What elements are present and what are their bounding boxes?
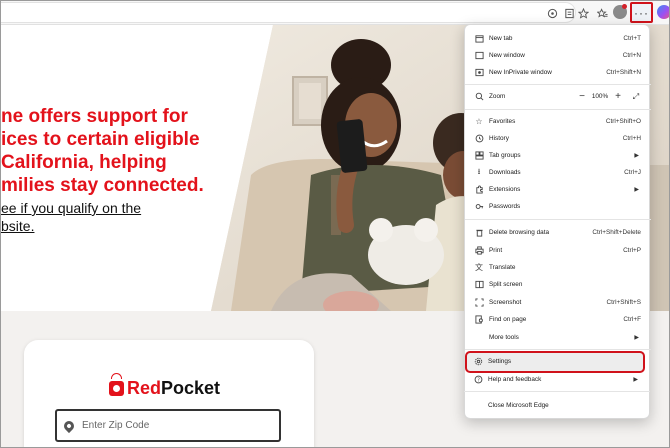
zoom-controls: − 100% + ⤢ (575, 91, 642, 102)
menu-divider (465, 219, 651, 220)
menu-label: Passwords (489, 203, 521, 210)
fullscreen-icon[interactable]: ⤢ (630, 92, 642, 102)
location-pin-icon[interactable] (545, 6, 559, 20)
menu-item-print[interactable]: Print Ctrl+P (465, 242, 651, 259)
chevron-right-icon: ▶ (634, 187, 639, 193)
menu-shortcut: Ctrl+Shift+S (606, 299, 641, 306)
menu-item-zoom: Zoom − 100% + ⤢ (465, 88, 651, 105)
browser-window: ··· ne offers support for ices to certai… (0, 0, 670, 448)
menu-item-inprivate[interactable]: New InPrivate window Ctrl+Shift+N (465, 64, 651, 81)
chevron-right-icon: ▶ (634, 153, 639, 159)
qualify-link-line[interactable]: ee if you qualify on the (1, 199, 241, 217)
headline-line: ne offers support for (1, 106, 188, 127)
menu-shortcut: Ctrl+J (624, 169, 641, 176)
menu-shortcut: Ctrl+Shift+O (605, 118, 641, 125)
hero-headline: ne offers support for ices to certain el… (1, 105, 231, 197)
menu-label: New InPrivate window (489, 69, 552, 76)
zoom-level: 100% (591, 93, 609, 100)
favorite-star-icon[interactable] (576, 6, 590, 20)
redpocket-logo: Red Pocket (109, 377, 220, 399)
headline-line: California, helping (1, 152, 167, 173)
menu-shortcut: Ctrl+Shift+Delete (592, 229, 641, 236)
menu-label: Extensions (489, 186, 521, 193)
tab-groups-icon (474, 151, 484, 161)
menu-label: Favorites (489, 118, 516, 125)
address-bar[interactable] (1, 2, 576, 23)
favorites-collection-icon[interactable] (595, 6, 609, 20)
menu-item-delete-browsing-data[interactable]: Delete browsing data Ctrl+Shift+Delete (465, 224, 651, 241)
menu-item-extensions[interactable]: Extensions ▶ (465, 181, 651, 198)
menu-divider (465, 84, 651, 85)
delete-data-icon (474, 228, 484, 238)
translate-icon: 文 (475, 263, 483, 272)
menu-item-screenshot[interactable]: Screenshot Ctrl+Shift+S (465, 294, 651, 311)
zip-code-input[interactable] (82, 420, 262, 431)
menu-divider (465, 109, 651, 110)
menu-label: Translate (489, 264, 516, 271)
menu-item-split-screen[interactable]: Split screen (465, 276, 651, 293)
zoom-in-button[interactable]: + (611, 91, 625, 102)
zoom-icon (474, 92, 484, 102)
menu-item-passwords[interactable]: Passwords (465, 198, 651, 215)
menu-label: Print (489, 247, 503, 254)
menu-item-tab-groups[interactable]: Tab groups ▶ (465, 147, 651, 164)
zoom-out-button[interactable]: − (575, 91, 589, 102)
history-icon (474, 134, 484, 144)
menu-shortcut: Ctrl+T (623, 35, 641, 42)
menu-shortcut: Ctrl+F (623, 316, 641, 323)
menu-divider (465, 349, 651, 350)
menu-item-new-tab[interactable]: New tab Ctrl+T (465, 30, 651, 47)
headline-line: ices to certain eligible (1, 129, 200, 150)
more-menu-button[interactable]: ··· (630, 2, 653, 23)
logo-text-black: Pocket (161, 377, 221, 398)
new-window-icon (474, 51, 484, 61)
new-tab-icon (474, 34, 484, 44)
menu-item-find-on-page[interactable]: Find on page Ctrl+F (465, 311, 651, 328)
menu-item-more-tools[interactable]: More tools ▶ (465, 329, 651, 346)
favorites-icon: ☆ (475, 117, 483, 126)
zip-code-field[interactable] (55, 409, 281, 442)
menu-label: Find on page (489, 316, 527, 323)
map-pin-icon (61, 418, 77, 433)
menu-label: History (489, 135, 509, 142)
inprivate-icon (474, 68, 484, 78)
menu-label: More tools (489, 334, 519, 341)
copilot-icon[interactable] (657, 5, 669, 19)
browser-toolbar: ··· (1, 1, 669, 25)
menu-label: Zoom (489, 93, 506, 100)
chevron-right-icon: ▶ (634, 335, 639, 341)
menu-shortcut: Ctrl+N (622, 52, 641, 59)
headline-line: milies stay connected. (1, 175, 204, 196)
menu-label: Tab groups (489, 152, 521, 159)
screenshot-icon (474, 298, 484, 308)
menu-label: Screenshot (489, 299, 522, 306)
menu-item-translate[interactable]: 文 Translate (465, 259, 651, 276)
menu-label: New tab (489, 35, 513, 42)
notification-dot (622, 4, 627, 9)
extensions-icon (474, 185, 484, 195)
downloads-icon: ⭳ (477, 166, 481, 176)
menu-label: Delete browsing data (489, 229, 550, 236)
menu-shortcut: Ctrl+P (623, 247, 641, 254)
menu-item-favorites[interactable]: ☆ Favorites Ctrl+Shift+O (465, 113, 651, 130)
menu-shortcut: Ctrl+Shift+N (606, 69, 641, 76)
reading-mode-icon[interactable] (562, 6, 576, 20)
print-icon (474, 246, 484, 256)
menu-item-new-window[interactable]: New window Ctrl+N (465, 47, 651, 64)
find-icon (474, 315, 484, 325)
logo-text-red: Red (127, 377, 162, 398)
menu-label: Downloads (489, 169, 521, 176)
split-screen-icon (474, 280, 484, 290)
logo-mark (109, 380, 124, 396)
settings-highlight (465, 351, 645, 373)
menu-shortcut: Ctrl+H (622, 135, 641, 142)
menu-label: New window (489, 52, 525, 59)
menu-item-downloads[interactable]: ⭳ Downloads Ctrl+J (465, 164, 651, 181)
passwords-icon (474, 202, 484, 212)
menu-label: Split screen (489, 281, 523, 288)
qualify-link[interactable]: ee if you qualify on the bsite. (1, 199, 241, 235)
menu-item-history[interactable]: History Ctrl+H (465, 130, 651, 147)
qualify-link-line[interactable]: bsite. (1, 217, 241, 235)
